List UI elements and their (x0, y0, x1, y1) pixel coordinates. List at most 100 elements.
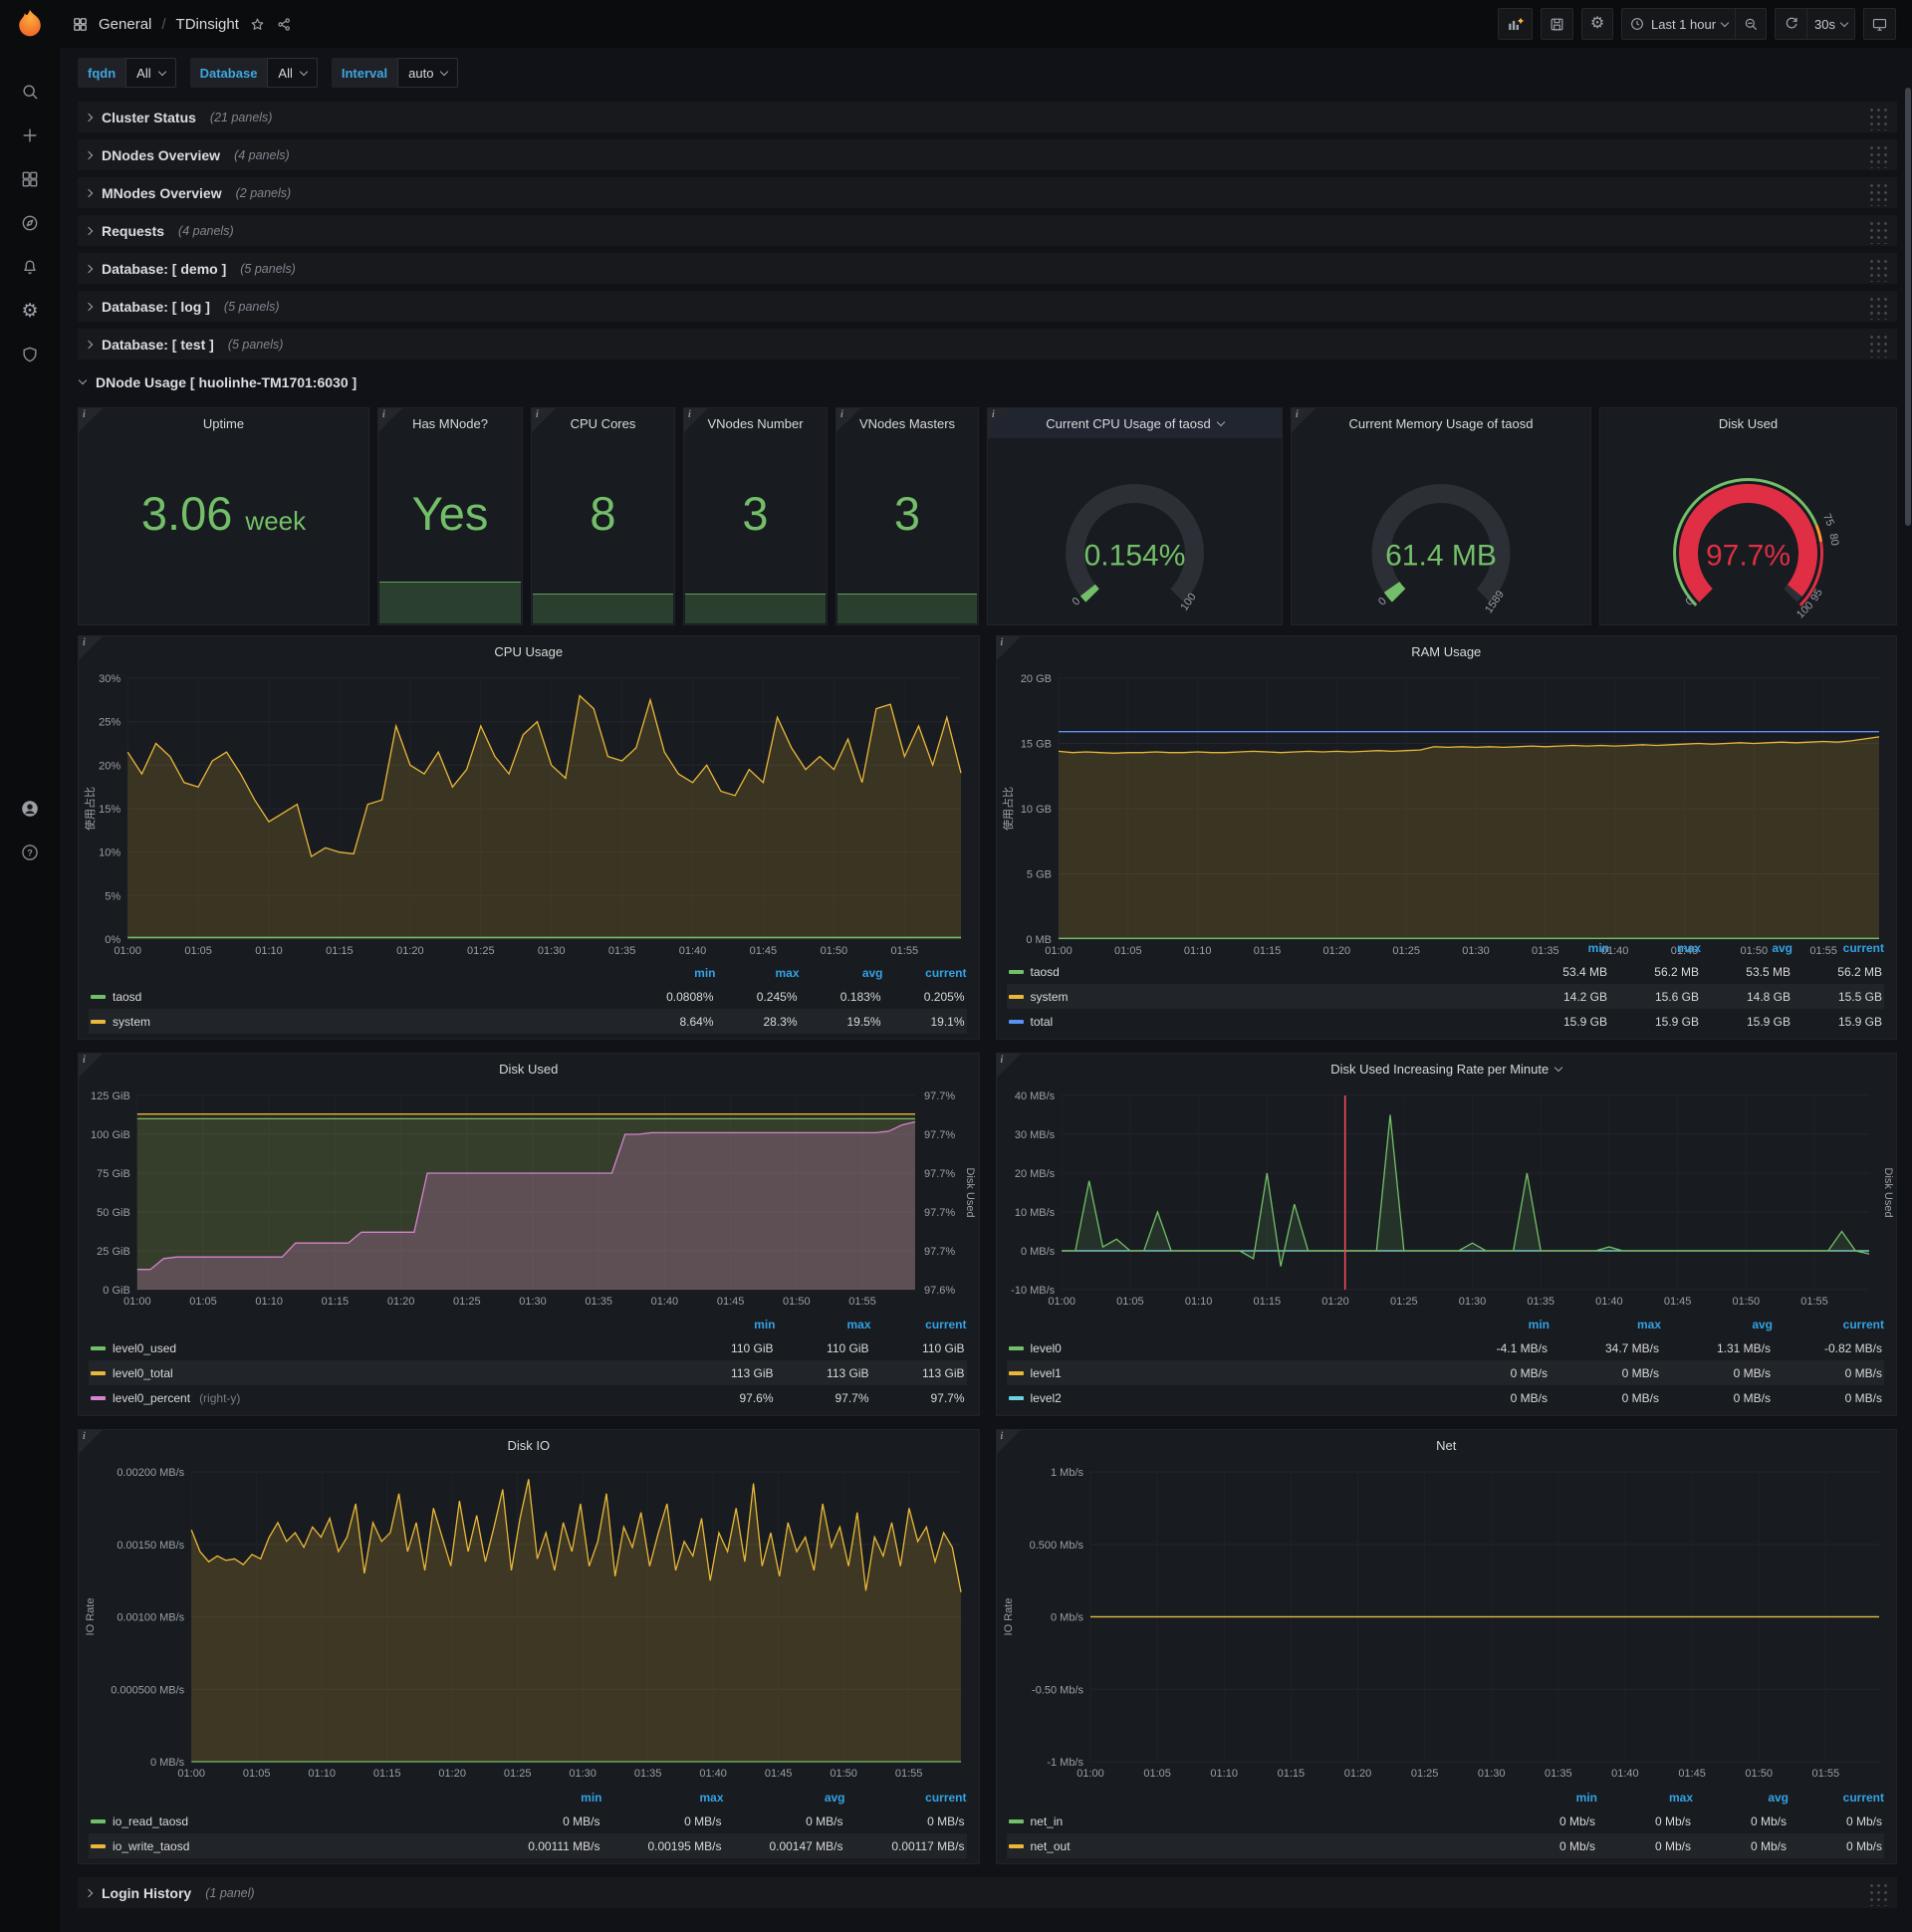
share-icon[interactable] (276, 16, 293, 33)
legend-column-max[interactable]: max (1550, 1318, 1661, 1331)
legend-column-current[interactable]: current (883, 966, 966, 980)
dashboard-settings-button[interactable]: ⚙ (1580, 8, 1613, 40)
row-drag-handle[interactable] (1867, 104, 1887, 130)
add-panel-button[interactable] (1497, 8, 1533, 40)
legend-column-avg[interactable]: avg (1693, 1791, 1789, 1805)
help-question-icon[interactable]: ? (0, 831, 60, 874)
info-icon[interactable]: i (988, 408, 1012, 432)
panel-title[interactable]: Disk IO (79, 1430, 979, 1460)
legend-column-max[interactable]: max (716, 966, 799, 980)
search-icon[interactable] (0, 70, 60, 114)
legend-series-total[interactable]: total (1008, 1015, 1517, 1029)
legend-column-min[interactable]: min (1518, 941, 1609, 955)
row-login-history[interactable]: Login History (1 panel) (78, 1877, 1897, 1908)
variable-value-dropdown[interactable]: All (267, 58, 318, 88)
info-icon[interactable]: i (378, 408, 402, 432)
legend-column-min[interactable]: min (680, 1318, 775, 1331)
row-requests[interactable]: Requests (4 panels) (78, 215, 1897, 246)
legend-column-current[interactable]: current (1792, 941, 1884, 955)
create-plus-icon[interactable] (0, 114, 60, 157)
legend-series-level0[interactable]: level0 (1008, 1341, 1437, 1355)
grafana-logo-icon[interactable] (13, 8, 47, 42)
legend-series-level0_total[interactable]: level0_total (91, 1366, 678, 1380)
info-icon[interactable]: i (79, 636, 103, 660)
configuration-gear-icon[interactable]: ⚙ (0, 289, 60, 333)
info-icon[interactable]: i (996, 1430, 1021, 1454)
row-database-log[interactable]: Database: [ log ] (5 panels) (78, 291, 1897, 322)
legend-column-min[interactable]: min (1502, 1791, 1597, 1805)
legend-column-current[interactable]: current (1773, 1318, 1884, 1331)
legend-series-io_write_taosd[interactable]: io_write_taosd (91, 1839, 479, 1853)
alerting-bell-icon[interactable] (0, 245, 60, 289)
legend-series-io_read_taosd[interactable]: io_read_taosd (91, 1814, 479, 1828)
refresh-button[interactable] (1775, 8, 1807, 40)
info-icon[interactable]: i (79, 1430, 103, 1454)
breadcrumb-title[interactable]: TDinsight (176, 16, 239, 33)
row-drag-handle[interactable] (1867, 1879, 1887, 1906)
panel-title[interactable]: Disk Used (79, 1054, 979, 1084)
legend-column-max[interactable]: max (1597, 1791, 1693, 1805)
panel-title[interactable]: Disk Used (1600, 408, 1896, 438)
legend-column-avg[interactable]: avg (1701, 941, 1792, 955)
row-drag-handle[interactable] (1867, 179, 1887, 206)
info-icon[interactable]: i (684, 408, 708, 432)
panel-title[interactable]: CPU Usage (79, 636, 979, 666)
scrollbar-thumb[interactable] (1905, 88, 1911, 526)
panel-title[interactable]: RAM Usage (997, 636, 1897, 666)
panel-title[interactable]: Current CPU Usage of taosd (988, 408, 1282, 438)
legend-series-taosd[interactable]: taosd (1008, 965, 1517, 979)
legend-column-avg[interactable]: avg (1661, 1318, 1773, 1331)
variable-value-dropdown[interactable]: auto (397, 58, 459, 88)
legend-column-current[interactable]: current (1789, 1791, 1884, 1805)
disk-rate-chart[interactable]: 01:00 01:05 01:10 01:15 01:20 01:25 01:30 01:35… (1001, 1086, 1893, 1310)
cpu-usage-chart[interactable]: 01:00 01:05 01:10 01:15 01:20 01:25 01:30 01:35… (83, 668, 975, 959)
row-drag-handle[interactable] (1867, 217, 1887, 244)
info-icon[interactable]: i (79, 408, 103, 432)
row-database-test[interactable]: Database: [ test ] (5 panels) (78, 329, 1897, 360)
legend-column-max[interactable]: max (1609, 941, 1701, 955)
info-icon[interactable]: i (532, 408, 556, 432)
legend-column-max[interactable]: max (602, 1791, 723, 1805)
panel-title[interactable]: Net (997, 1430, 1897, 1460)
legend-series-level2[interactable]: level2 (1008, 1391, 1437, 1405)
net-chart[interactable]: 01:00 01:05 01:10 01:15 01:20 01:25 01:30 01:35… (1001, 1462, 1893, 1782)
row-drag-handle[interactable] (1867, 255, 1887, 282)
legend-series-system[interactable]: system (91, 1015, 630, 1029)
legend-column-current[interactable]: current (845, 1791, 966, 1805)
legend-series-net_out[interactable]: net_out (1008, 1839, 1501, 1853)
disk-used-chart[interactable]: 01:00 01:05 01:10 01:15 01:20 01:25 01:30 01:35… (83, 1086, 975, 1310)
legend-series-net_in[interactable]: net_in (1008, 1814, 1501, 1828)
panel-title[interactable]: Current Memory Usage of taosd (1292, 408, 1590, 438)
legend-column-max[interactable]: max (776, 1318, 870, 1331)
explore-compass-icon[interactable] (0, 201, 60, 245)
row-cluster-status[interactable]: Cluster Status (21 panels) (78, 102, 1897, 132)
breadcrumb-section[interactable]: General (99, 16, 151, 33)
zoom-out-button[interactable] (1735, 8, 1768, 40)
info-icon[interactable]: i (1292, 408, 1315, 432)
legend-column-current[interactable]: current (871, 1318, 966, 1331)
info-icon[interactable]: i (79, 1054, 103, 1078)
info-icon[interactable]: i (996, 636, 1021, 660)
legend-column-min[interactable]: min (1438, 1318, 1550, 1331)
legend-series-taosd[interactable]: taosd (91, 990, 630, 1004)
row-dnode-usage[interactable]: DNode Usage [ huolinhe-TM1701:6030 ] (78, 366, 1897, 397)
user-avatar-icon[interactable] (0, 787, 60, 831)
legend-series-system[interactable]: system (1008, 990, 1517, 1004)
legend-series-level0_used[interactable]: level0_used (91, 1341, 678, 1355)
star-icon[interactable] (249, 16, 266, 33)
row-mnodes-overview[interactable]: MNodes Overview (2 panels) (78, 177, 1897, 208)
panel-title[interactable]: Uptime (79, 408, 368, 438)
row-drag-handle[interactable] (1867, 141, 1887, 168)
row-dnodes-overview[interactable]: DNodes Overview (4 panels) (78, 139, 1897, 170)
admin-shield-icon[interactable] (0, 333, 60, 376)
legend-column-min[interactable]: min (632, 966, 715, 980)
legend-series-level1[interactable]: level1 (1008, 1366, 1437, 1380)
refresh-interval-dropdown[interactable]: 30s (1806, 8, 1855, 40)
ram-usage-chart[interactable]: 01:00 01:05 01:10 01:15 01:20 01:25 01:30 01:35… (1001, 668, 1893, 959)
info-icon[interactable]: i (996, 1054, 1021, 1078)
variable-value-dropdown[interactable]: All (125, 58, 176, 88)
panel-title[interactable]: Disk Used Increasing Rate per Minute (997, 1054, 1897, 1084)
time-range-picker[interactable]: Last 1 hour (1620, 8, 1736, 40)
legend-column-avg[interactable]: avg (800, 966, 883, 980)
row-database-demo[interactable]: Database: [ demo ] (5 panels) (78, 253, 1897, 284)
